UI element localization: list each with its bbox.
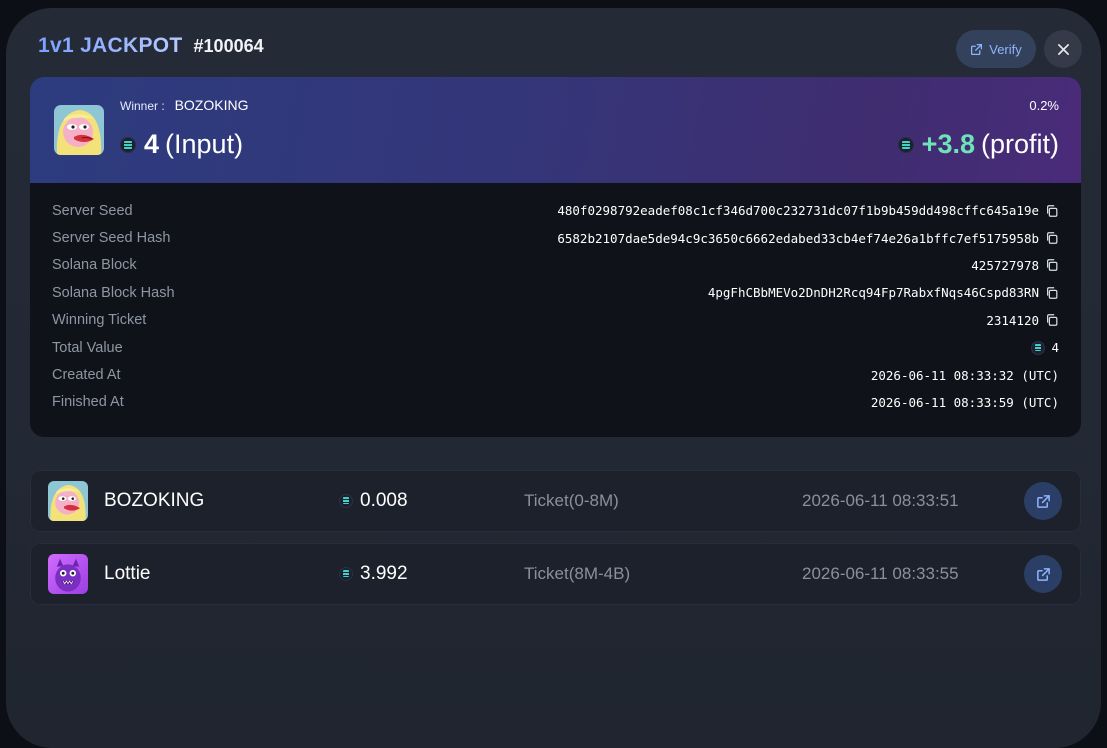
detail-row-finished-at: Finished At 2026-06-11 08:33:59 (UTC) <box>52 389 1059 416</box>
detail-label: Server Seed Hash <box>52 230 171 247</box>
participant-amount-group: 0.008 <box>339 490 408 512</box>
detail-row-solana-block-hash: Solana Block Hash 4pgFhCBbMEVo2DnDH2Rcq94… <box>52 279 1059 306</box>
copy-icon[interactable] <box>1045 231 1059 245</box>
participants-list: BOZOKING 0.008 Ticket(0-8M) 2026-06-11 08:3… <box>30 470 1081 616</box>
detail-row-server-seed-hash: Server Seed Hash 6582b2107dae5de94c9c3650… <box>52 224 1059 251</box>
detail-value: 4pgFhCBbMEVo2DnDH2Rcq94Fp7RabxfNqs46Cspd… <box>707 285 1039 301</box>
close-button[interactable] <box>1044 30 1082 68</box>
verify-button[interactable]: Verify <box>956 30 1036 68</box>
participant-name: Lottie <box>104 563 151 584</box>
copy-button[interactable] <box>1045 231 1059 245</box>
detail-value: 2314120 <box>986 312 1039 328</box>
participant-amount-group: 3.992 <box>339 563 408 585</box>
participant-join-time: 2026-06-11 08:33:51 <box>802 491 959 510</box>
jackpot-round-modal: 1v1 JACKPOT #100064 Verify Winner: BOZO… <box>6 8 1101 748</box>
solana-coin-icon <box>120 136 136 153</box>
detail-value-group: 480f0298792eadef08c1cf346d700c232731dc07… <box>557 203 1059 218</box>
participant-row: BOZOKING 0.008 Ticket(0-8M) 2026-06-11 08:3… <box>30 470 1081 532</box>
copy-icon[interactable] <box>1045 286 1059 300</box>
participant-amount: 3.992 <box>360 563 408 584</box>
detail-value: 480f0298792eadef08c1cf346d700c232731dc07… <box>557 203 1039 219</box>
winner-name: BOZOKING <box>174 97 249 113</box>
external-link-icon <box>971 43 983 55</box>
detail-value: 6582b2107dae5de94c9c3650c6662edabed33cb4… <box>557 230 1039 246</box>
input-amount-line: 4 (Input) <box>120 129 243 160</box>
modal-header: 1v1 JACKPOT #100064 <box>38 34 264 70</box>
solana-coin-icon <box>897 136 914 153</box>
detail-label: Server Seed <box>52 202 133 219</box>
detail-label: Created At <box>52 367 121 384</box>
detail-value-group: 6582b2107dae5de94c9c3650c6662edabed33cb4… <box>557 231 1059 246</box>
detail-value: 425727978 <box>971 257 1039 273</box>
profit-amount: +3.8 <box>921 129 975 159</box>
solana-coin-icon <box>339 494 353 508</box>
copy-icon[interactable] <box>1045 313 1059 327</box>
detail-row-solana-block: Solana Block 425727978 <box>52 252 1059 279</box>
detail-value-group: 425727978 <box>971 258 1059 273</box>
detail-value-group: 2026-06-11 08:33:32 (UTC) <box>871 368 1059 383</box>
detail-row-winning-ticket: Winning Ticket 2314120 <box>52 307 1059 334</box>
round-details-card: Winner : BOZOKING 0.2% 4 (Input) +3.8 (p… <box>30 77 1081 437</box>
detail-row-created-at: Created At 2026-06-11 08:33:32 (UTC) <box>52 361 1059 388</box>
game-title: 1v1 JACKPOT <box>38 34 183 57</box>
input-label: (Input) <box>165 129 244 159</box>
round-id: #100064 <box>193 36 264 56</box>
copy-icon[interactable] <box>1045 204 1059 218</box>
participant-join-time: 2026-06-11 08:33:55 <box>802 564 959 583</box>
detail-label: Winning Ticket <box>52 312 147 329</box>
participant-ticket-range: Ticket(0-8M) <box>524 491 619 510</box>
close-icon <box>1057 43 1069 55</box>
participant-link-button[interactable] <box>1024 555 1062 593</box>
copy-icon[interactable] <box>1045 258 1059 272</box>
winner-line: Winner : BOZOKING <box>120 97 248 113</box>
external-link-icon <box>1036 494 1050 508</box>
detail-value: 2026-06-11 08:33:32 (UTC) <box>870 367 1059 383</box>
participant-name: BOZOKING <box>104 490 205 511</box>
winner-banner: Winner : BOZOKING 0.2% 4 (Input) +3.8 (p… <box>30 77 1081 183</box>
winner-label: Winner : <box>120 99 165 113</box>
detail-value-group: 4 <box>1031 340 1059 355</box>
detail-label: Finished At <box>52 394 124 411</box>
detail-value: 2026-06-11 08:33:59 (UTC) <box>870 394 1059 410</box>
bozoking-avatar <box>48 481 88 521</box>
copy-button[interactable] <box>1045 258 1059 272</box>
profit-label: (profit) <box>980 129 1059 159</box>
detail-value-group: 2026-06-11 08:33:59 (UTC) <box>871 395 1059 410</box>
participant-ticket-range: Ticket(8M-4B) <box>524 564 631 583</box>
solana-coin-icon <box>339 567 353 581</box>
detail-label: Total Value <box>52 339 123 356</box>
detail-label: Solana Block Hash <box>52 284 175 301</box>
copy-button[interactable] <box>1045 286 1059 300</box>
solana-coin-icon <box>1031 340 1046 355</box>
fairness-details-list: Server Seed 480f0298792eadef08c1cf346d700… <box>52 197 1059 416</box>
verify-label: Verify <box>989 41 1022 57</box>
detail-value: 4 <box>1051 340 1059 356</box>
win-chance: 0.2% <box>1029 98 1059 113</box>
external-link-icon <box>1036 567 1050 581</box>
copy-button[interactable] <box>1045 204 1059 218</box>
profit-amount-line: +3.8 (profit) <box>897 129 1059 160</box>
detail-label: Solana Block <box>52 257 137 274</box>
input-amount: 4 <box>144 129 160 159</box>
detail-value-group: 2314120 <box>986 313 1059 328</box>
lottie-avatar <box>48 554 88 594</box>
detail-row-total-value: Total Value 4 <box>52 334 1059 361</box>
participant-link-button[interactable] <box>1024 482 1062 520</box>
winner-avatar <box>54 105 104 155</box>
detail-value-group: 4pgFhCBbMEVo2DnDH2Rcq94Fp7RabxfNqs46Cspd… <box>708 285 1059 300</box>
detail-row-server-seed: Server Seed 480f0298792eadef08c1cf346d700… <box>52 197 1059 224</box>
participant-amount: 0.008 <box>360 490 408 511</box>
participant-row: Lottie 3.992 Ticket(8M-4B) 2026-06-11 08:33… <box>30 543 1081 605</box>
copy-button[interactable] <box>1045 313 1059 327</box>
